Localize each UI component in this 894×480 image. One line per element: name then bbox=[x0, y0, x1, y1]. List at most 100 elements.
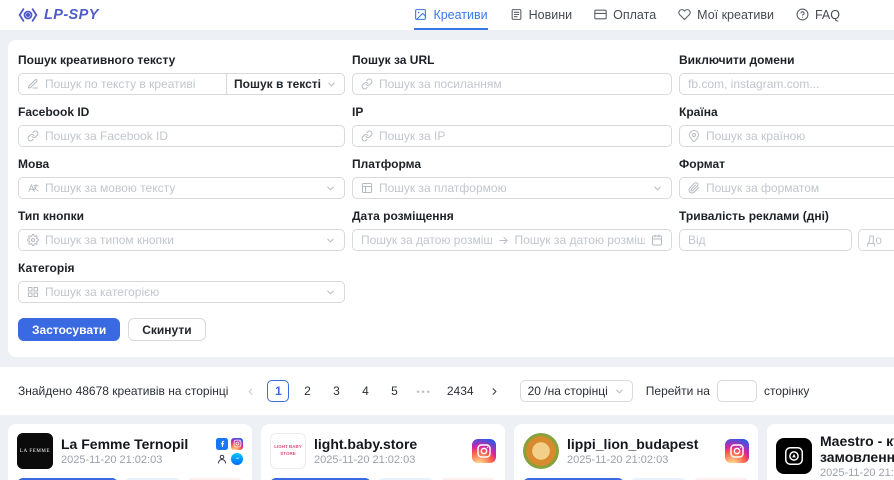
heart-icon bbox=[678, 8, 691, 21]
results-bar: Знайдено 48678 креативів на сторінці 1 2… bbox=[0, 367, 894, 415]
nav-tab-creatives[interactable]: Креативи bbox=[414, 0, 487, 30]
language-input[interactable] bbox=[45, 181, 319, 195]
translate-icon bbox=[27, 182, 39, 194]
prev-page-button[interactable] bbox=[240, 380, 260, 402]
page-size-select[interactable]: 20 /на сторінці bbox=[520, 380, 633, 402]
pagination-page[interactable]: 5 bbox=[383, 380, 405, 402]
filter-country: Країна bbox=[679, 105, 894, 147]
layout-icon bbox=[361, 182, 373, 194]
creative-card: LIGHT BABY STORE light.baby.store 2025-1… bbox=[261, 424, 505, 480]
pagination-page[interactable]: 2 bbox=[296, 380, 318, 402]
filter-platform: Платформа bbox=[352, 157, 672, 199]
field-label: Формат bbox=[679, 157, 894, 171]
reset-button[interactable]: Скинути bbox=[128, 318, 205, 341]
nav-tab-payment[interactable]: Оплата bbox=[594, 0, 656, 30]
filter-category: Категорія bbox=[18, 261, 345, 303]
card-timestamp: 2025-11-20 21:02:03 bbox=[820, 467, 894, 479]
format-select[interactable] bbox=[679, 177, 894, 199]
main-nav: Креативи Новини Оплата Мої креативи FAQ bbox=[414, 0, 894, 30]
ip-input[interactable] bbox=[379, 129, 663, 143]
category-select[interactable] bbox=[18, 281, 345, 303]
country-input[interactable] bbox=[706, 129, 894, 143]
platform-input[interactable] bbox=[379, 181, 646, 195]
results-summary: Знайдено 48678 креативів на сторінці bbox=[18, 384, 228, 398]
card-title[interactable]: Maestro - кухні, меблі на замовлення в У… bbox=[820, 433, 894, 465]
apply-button[interactable]: Застосувати bbox=[18, 318, 120, 341]
card-platform-icons bbox=[216, 438, 243, 465]
date-range-picker[interactable] bbox=[352, 229, 672, 251]
nav-tab-faq[interactable]: FAQ bbox=[796, 0, 840, 30]
map-pin-icon bbox=[688, 130, 700, 142]
field-label: Дата розміщення bbox=[352, 209, 672, 223]
nav-tab-label: Оплата bbox=[613, 8, 656, 22]
link-icon bbox=[361, 130, 373, 142]
card-platform-icons bbox=[472, 439, 496, 463]
picture-icon bbox=[414, 8, 427, 21]
goto-prefix: Перейти на bbox=[646, 384, 710, 398]
nav-tab-news[interactable]: Новини bbox=[510, 0, 573, 30]
card-title[interactable]: La Femme Ternopil bbox=[61, 436, 208, 452]
payment-card-icon bbox=[594, 8, 607, 21]
card-avatar: LA FEMME bbox=[17, 433, 53, 469]
news-icon bbox=[510, 8, 523, 21]
field-label: IP bbox=[352, 105, 672, 119]
creative-card: lippi_lion_budapest 2025-11-20 21:02:03 … bbox=[514, 424, 758, 480]
creative-card: Maestro - кухні, меблі на замовлення в У… bbox=[767, 424, 894, 480]
filter-creative-text: Пошук креативного тексту Пошук в тексті bbox=[18, 53, 345, 95]
date-start-input[interactable] bbox=[361, 233, 492, 247]
page-size-value: 20 /на сторінці bbox=[528, 384, 608, 398]
creative-text-input[interactable] bbox=[45, 77, 218, 91]
duration-to-input[interactable] bbox=[867, 233, 894, 247]
pagination-ellipsis[interactable]: ••• bbox=[412, 380, 435, 402]
category-input[interactable] bbox=[45, 285, 319, 299]
chevron-down-icon bbox=[325, 287, 336, 298]
pagination-page[interactable]: 3 bbox=[325, 380, 347, 402]
filter-panel: Пошук креативного тексту Пошук в тексті … bbox=[8, 40, 894, 357]
instagram-icon bbox=[472, 439, 496, 463]
card-avatar bbox=[523, 433, 559, 469]
date-end-input[interactable] bbox=[515, 233, 646, 247]
search-mode-select[interactable]: Пошук в тексті bbox=[226, 73, 345, 95]
exclude-domains-input[interactable] bbox=[688, 77, 894, 91]
gear-icon bbox=[27, 234, 39, 246]
creative-card: LA FEMME La Femme Ternopil 2025-11-20 21… bbox=[8, 424, 252, 480]
nav-tab-label: Креативи bbox=[433, 8, 487, 22]
card-avatar: LIGHT BABY STORE bbox=[270, 433, 306, 469]
card-title[interactable]: lippi_lion_budapest bbox=[567, 436, 717, 452]
filter-format: Формат bbox=[679, 157, 894, 199]
field-label: Мова bbox=[18, 157, 345, 171]
filter-language: Мова bbox=[18, 157, 345, 199]
field-label: Тип кнопки bbox=[18, 209, 345, 223]
nav-tab-label: Новини bbox=[529, 8, 573, 22]
facebook-id-input[interactable] bbox=[45, 129, 336, 143]
pagination-page[interactable]: 4 bbox=[354, 380, 376, 402]
goto-suffix: сторінку bbox=[764, 384, 809, 398]
badge-icon bbox=[783, 445, 805, 467]
chevron-down-icon bbox=[326, 79, 337, 90]
next-page-button[interactable] bbox=[485, 380, 505, 402]
goto-page-input[interactable] bbox=[717, 380, 757, 402]
question-icon bbox=[796, 8, 809, 21]
url-input[interactable] bbox=[379, 77, 663, 91]
language-select[interactable] bbox=[18, 177, 345, 199]
header: LP-SPY Креативи Новини Оплата Мої креати… bbox=[0, 0, 894, 30]
chevron-right-icon bbox=[489, 386, 500, 397]
pagination-page[interactable]: 1 bbox=[267, 380, 289, 402]
logo[interactable]: LP-SPY bbox=[18, 0, 99, 30]
format-input[interactable] bbox=[706, 181, 894, 195]
button-type-select[interactable] bbox=[18, 229, 345, 251]
nav-tab-my-creatives[interactable]: Мої креативи bbox=[678, 0, 774, 30]
button-type-input[interactable] bbox=[45, 233, 319, 247]
paperclip-icon bbox=[688, 182, 700, 194]
logo-text: LP-SPY bbox=[44, 7, 99, 23]
filter-button-type: Тип кнопки bbox=[18, 209, 345, 251]
field-label: Платформа bbox=[352, 157, 672, 171]
card-avatar bbox=[776, 438, 812, 474]
pagination-page[interactable]: 2434 bbox=[443, 380, 478, 402]
card-title[interactable]: light.baby.store bbox=[314, 436, 464, 452]
duration-from-input[interactable] bbox=[688, 233, 843, 247]
field-label: Пошук за URL bbox=[352, 53, 672, 67]
platform-select[interactable] bbox=[352, 177, 672, 199]
field-label: Пошук креативного тексту bbox=[18, 53, 345, 67]
link-icon bbox=[27, 130, 39, 142]
